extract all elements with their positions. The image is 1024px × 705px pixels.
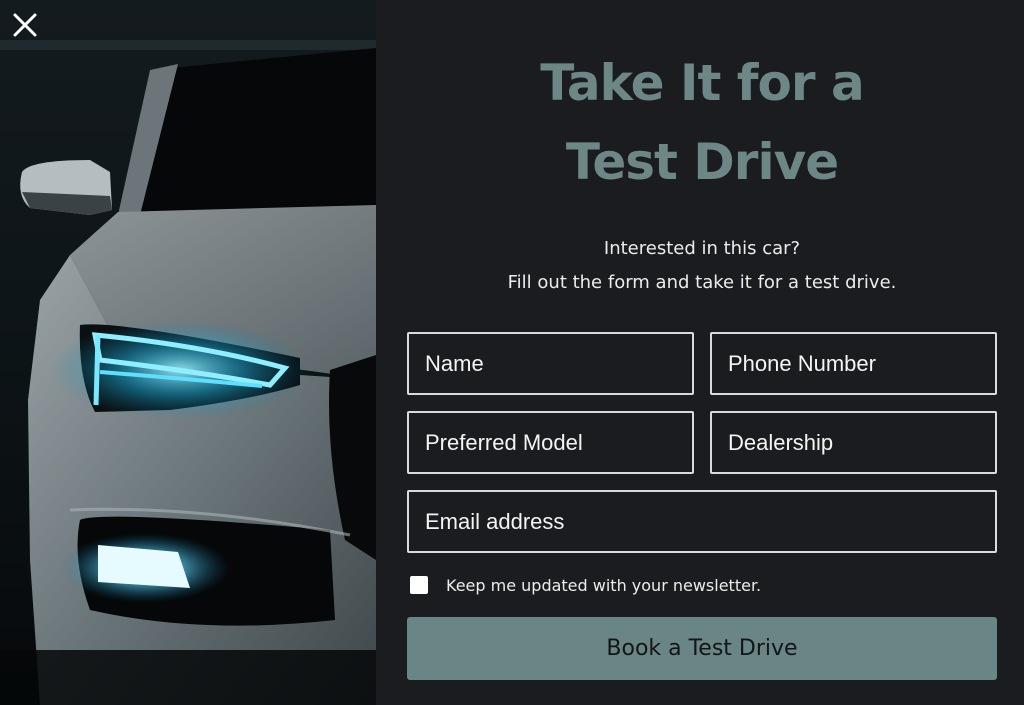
form-panel: Take It for a Test Drive Interested in t…	[376, 0, 1024, 705]
preferred-model-input[interactable]	[407, 411, 694, 474]
headline-line-1: Take It for a	[540, 54, 864, 112]
intro-text: Interested in this car? Fill out the for…	[407, 232, 997, 300]
page-title: Take It for a Test Drive	[407, 44, 997, 202]
form-row-2	[407, 411, 997, 474]
test-drive-modal: Take It for a Test Drive Interested in t…	[0, 0, 1024, 705]
form-row-3	[407, 490, 997, 553]
headline-line-2: Test Drive	[565, 133, 839, 191]
phone-input[interactable]	[710, 332, 997, 395]
car-photo	[0, 0, 376, 705]
dealership-input[interactable]	[710, 411, 997, 474]
intro-line-1: Interested in this car?	[603, 238, 801, 259]
close-icon	[13, 13, 37, 37]
book-test-drive-button[interactable]: Book a Test Drive	[407, 617, 997, 680]
intro-line-2: Fill out the form and take it for a test…	[507, 272, 897, 293]
test-drive-form: Keep me updated with your newsletter. Bo…	[407, 332, 997, 680]
newsletter-checkbox[interactable]	[410, 576, 428, 594]
newsletter-label: Keep me updated with your newsletter.	[446, 575, 762, 595]
newsletter-option: Keep me updated with your newsletter.	[407, 573, 997, 597]
email-input[interactable]	[407, 490, 997, 553]
form-row-1	[407, 332, 997, 395]
car-illustration	[0, 0, 376, 705]
name-input[interactable]	[407, 332, 694, 395]
close-button[interactable]	[12, 12, 48, 48]
